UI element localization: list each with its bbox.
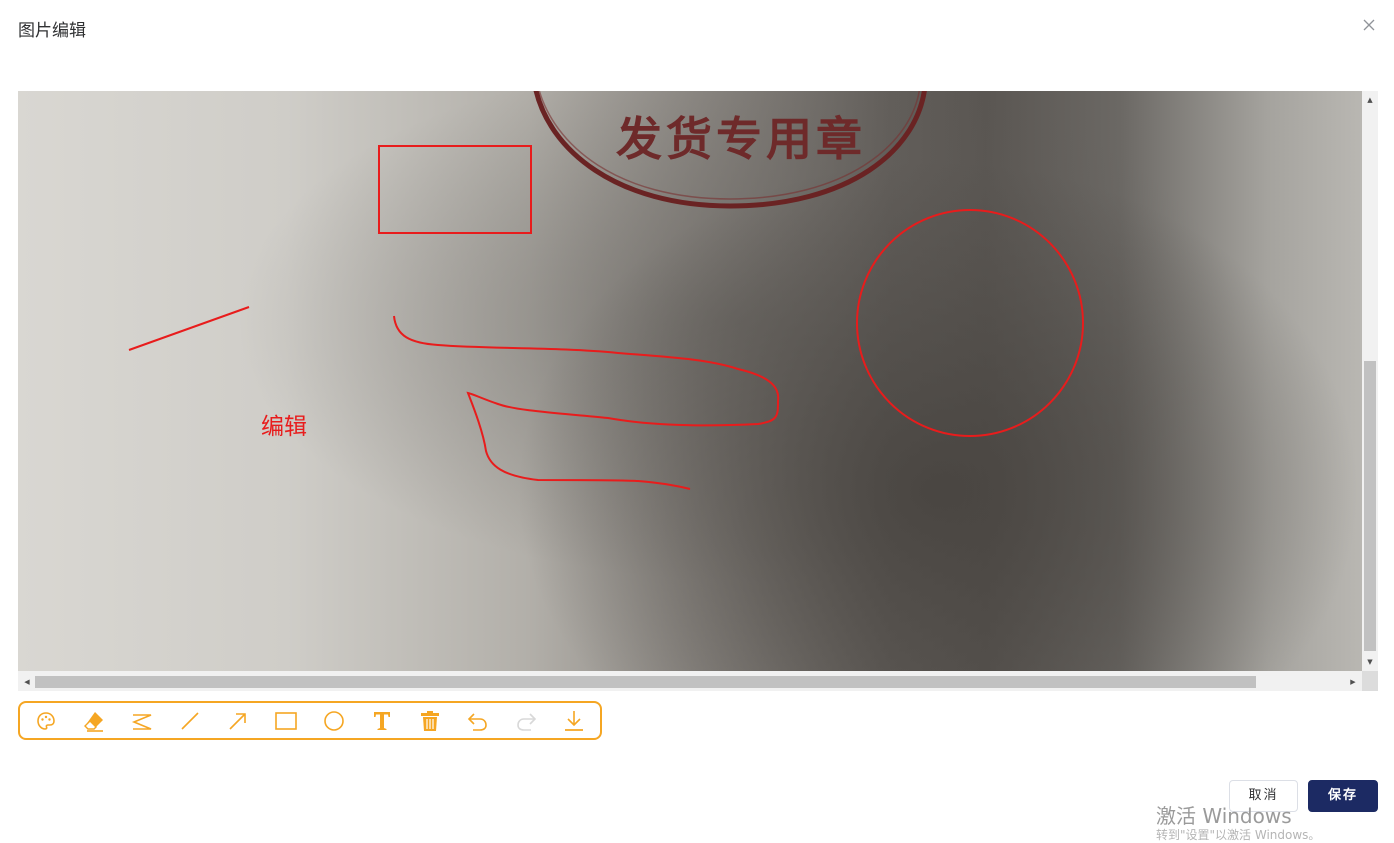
scroll-corner (1362, 671, 1378, 691)
arrow-icon[interactable] (225, 708, 251, 734)
annotation-circle (856, 209, 1084, 437)
download-icon[interactable] (561, 708, 587, 734)
image-editor: 发货专用章 编辑 ▲ ▼ ◀ ▶ (18, 91, 1378, 691)
horizontal-scroll-thumb[interactable] (35, 676, 1256, 688)
stamp-and-annotations (128, 91, 1084, 490)
scroll-down-arrow-icon[interactable]: ▼ (1362, 655, 1378, 669)
scroll-right-arrow-icon[interactable]: ▶ (1346, 674, 1360, 690)
text-icon[interactable] (369, 708, 395, 734)
rectangle-icon[interactable] (273, 708, 299, 734)
annotation-line (128, 306, 250, 351)
annotation-text: 编辑 (261, 414, 307, 440)
freehand-icon[interactable] (129, 708, 155, 734)
scroll-left-arrow-icon[interactable]: ◀ (20, 674, 34, 690)
windows-activation-watermark: 激活 Windows (1156, 804, 1292, 828)
annotation-rectangle (378, 145, 532, 234)
vertical-scrollbar[interactable]: ▲ ▼ (1362, 91, 1378, 671)
scroll-up-arrow-icon[interactable]: ▲ (1362, 93, 1378, 107)
stamp-text: 发货专用章 (616, 112, 866, 166)
vertical-scroll-thumb[interactable] (1364, 361, 1376, 651)
eraser-icon[interactable] (81, 708, 107, 734)
windows-activation-subtext: 转到"设置"以激活 Windows。 (1156, 828, 1321, 842)
undo-icon[interactable] (465, 708, 491, 734)
save-button[interactable]: 保存 (1308, 780, 1378, 812)
palette-icon[interactable] (33, 708, 59, 734)
circle-icon[interactable] (321, 708, 347, 734)
drawing-canvas[interactable]: 发货专用章 编辑 (18, 91, 1362, 671)
horizontal-scrollbar[interactable]: ◀ ▶ (18, 674, 1362, 690)
redo-icon[interactable] (513, 708, 539, 734)
drawing-toolbar (18, 701, 602, 740)
line-icon[interactable] (177, 708, 203, 734)
close-icon[interactable] (1360, 16, 1378, 34)
trash-icon[interactable] (417, 708, 443, 734)
annotation-freehand (393, 315, 780, 490)
dialog-title: 图片编辑 (18, 21, 86, 41)
